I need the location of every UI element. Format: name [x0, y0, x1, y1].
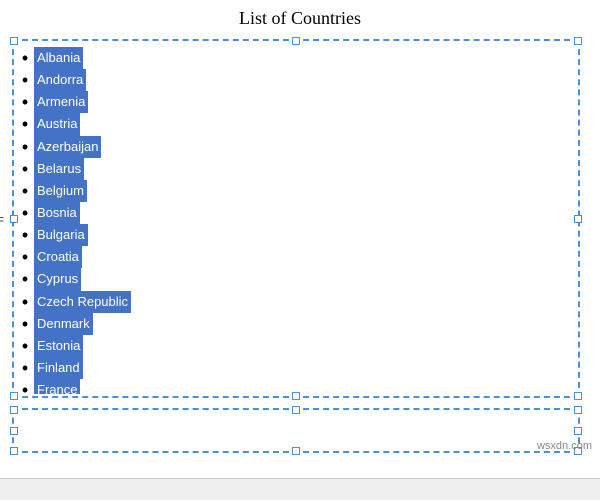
country-name: Denmark	[34, 313, 93, 335]
country-name: Armenia	[34, 91, 88, 113]
list-item: •Belgium	[16, 180, 576, 202]
country-name: Croatia	[34, 246, 82, 268]
country-name: Austria	[34, 113, 80, 135]
country-name: Andorra	[34, 69, 86, 91]
country-name: Albania	[34, 47, 83, 69]
watermark: wsxdn.com	[537, 440, 592, 452]
bullet-icon: •	[18, 337, 32, 355]
status-bar	[0, 478, 600, 500]
selection-box-inner[interactable]	[12, 408, 580, 453]
bullet-icon: •	[18, 204, 32, 222]
list-item: •Czech Republic	[16, 291, 576, 313]
list-item: •Azerbaijan	[16, 136, 576, 158]
country-name: Bulgaria	[34, 224, 88, 246]
bullet-icon: •	[18, 138, 32, 156]
country-name: Czech Republic	[34, 291, 131, 313]
country-name: Azerbaijan	[34, 136, 101, 158]
country-name: Estonia	[34, 335, 83, 357]
inner-handle-mid-right[interactable]	[574, 427, 582, 435]
country-list-container: •Albania•Andorra•Armenia•Austria•Azerbai…	[16, 43, 576, 394]
bullet-icon: •	[18, 381, 32, 394]
list-item: •Armenia	[16, 91, 576, 113]
anchor-icon: =	[0, 211, 4, 227]
bullet-icon: •	[18, 160, 32, 178]
bullet-icon: •	[18, 359, 32, 377]
country-name: Belgium	[34, 180, 87, 202]
list-item: •Belarus	[16, 158, 576, 180]
main-window: List of Countries = •A	[0, 0, 600, 500]
bullet-icon: •	[18, 115, 32, 133]
bullet-icon: •	[18, 93, 32, 111]
bullet-icon: •	[18, 49, 32, 67]
page-title: List of Countries	[0, 0, 600, 33]
country-name: Cyprus	[34, 268, 81, 290]
list-item: •Denmark	[16, 313, 576, 335]
list-item: •Andorra	[16, 69, 576, 91]
country-name: Belarus	[34, 158, 84, 180]
bullet-icon: •	[18, 315, 32, 333]
list-item: •Croatia	[16, 246, 576, 268]
inner-handle-bot-center[interactable]	[292, 447, 300, 455]
bullet-icon: •	[18, 182, 32, 200]
list-item: •Finland	[16, 357, 576, 379]
list-item: •Estonia	[16, 335, 576, 357]
inner-handle-mid-left[interactable]	[10, 427, 18, 435]
list-item: •Albania	[16, 47, 576, 69]
country-name: France	[34, 379, 80, 394]
country-name: Bosnia	[34, 202, 80, 224]
list-item: •Cyprus	[16, 268, 576, 290]
country-name: Finland	[34, 357, 83, 379]
inner-handle-top-left[interactable]	[10, 406, 18, 414]
content-area: = •Albania•Andorra•Armenia•Austria•Azerb…	[0, 33, 600, 478]
country-list: •Albania•Andorra•Armenia•Austria•Azerbai…	[16, 43, 576, 394]
list-item: •Austria	[16, 113, 576, 135]
inner-handle-top-center[interactable]	[292, 406, 300, 414]
list-item: •Bulgaria	[16, 224, 576, 246]
bullet-icon: •	[18, 270, 32, 288]
inner-handle-top-right[interactable]	[574, 406, 582, 414]
bullet-icon: •	[18, 293, 32, 311]
bullet-icon: •	[18, 248, 32, 266]
bullet-icon: •	[18, 226, 32, 244]
bullet-icon: •	[18, 71, 32, 89]
inner-handle-bot-left[interactable]	[10, 447, 18, 455]
list-item: •Bosnia	[16, 202, 576, 224]
list-item: •France	[16, 379, 576, 394]
